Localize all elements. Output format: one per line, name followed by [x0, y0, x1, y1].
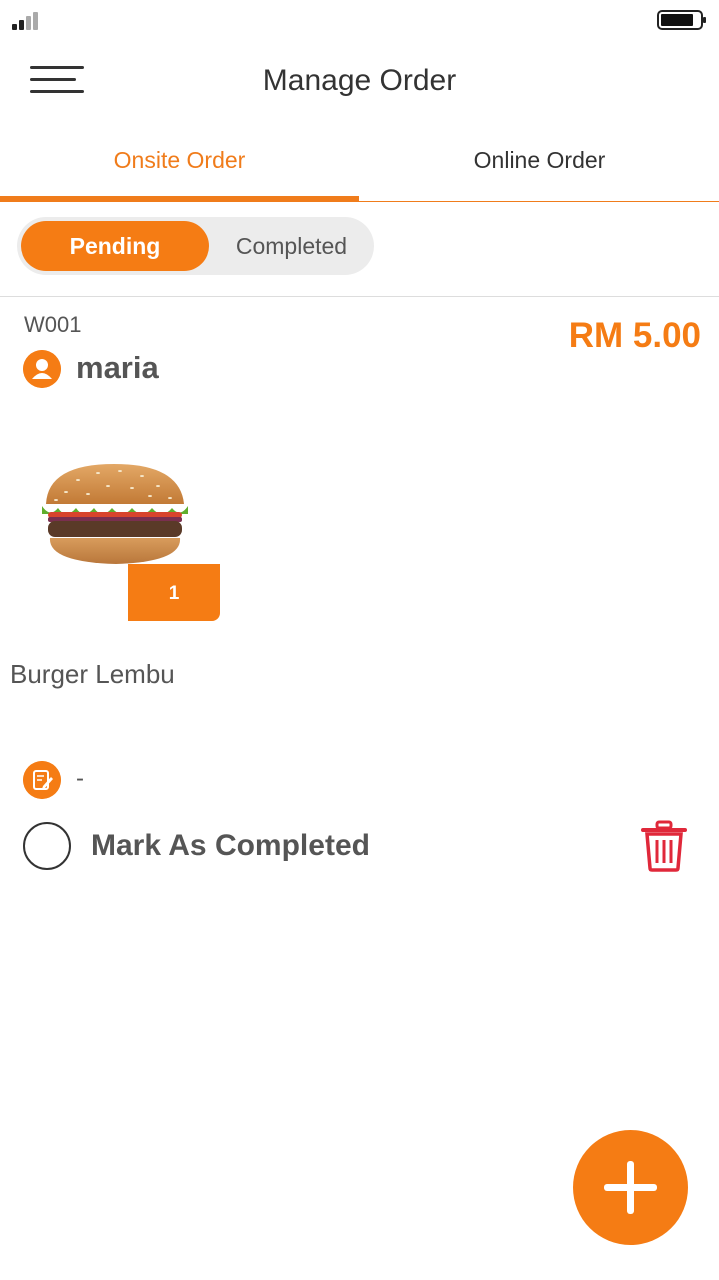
- mark-completed-checkbox[interactable]: [23, 822, 71, 870]
- segment-completed[interactable]: Completed: [213, 221, 370, 271]
- tab-onsite-order[interactable]: Onsite Order: [0, 124, 359, 201]
- signal-icon: [12, 10, 44, 30]
- user-icon: [23, 350, 61, 388]
- burger-image: [42, 464, 188, 564]
- status-segment: Pending Completed: [17, 217, 374, 275]
- item-name: Burger Lembu: [10, 659, 175, 689]
- order-note: -: [76, 765, 84, 792]
- battery-icon: [657, 10, 706, 30]
- mark-completed-label[interactable]: Mark As Completed: [91, 829, 370, 863]
- page-title: Manage Order: [262, 64, 457, 97]
- quantity-badge[interactable]: 1: [128, 564, 220, 621]
- order-code: W001: [24, 312, 82, 337]
- segment-pending[interactable]: Pending: [21, 221, 209, 271]
- tab-online-order[interactable]: Online Order: [360, 124, 719, 201]
- divider: [0, 296, 719, 297]
- status-bar: [0, 0, 719, 40]
- order-price: RM 5.00: [568, 316, 701, 355]
- app-header: Manage Order: [0, 40, 719, 124]
- order-type-tabs: Onsite Order Online Order: [0, 124, 719, 202]
- active-tab-indicator: [0, 196, 359, 202]
- note-edit-icon: [23, 761, 61, 799]
- add-order-button[interactable]: [573, 1130, 688, 1245]
- customer-name: maria: [76, 350, 159, 385]
- trash-icon[interactable]: [640, 820, 688, 872]
